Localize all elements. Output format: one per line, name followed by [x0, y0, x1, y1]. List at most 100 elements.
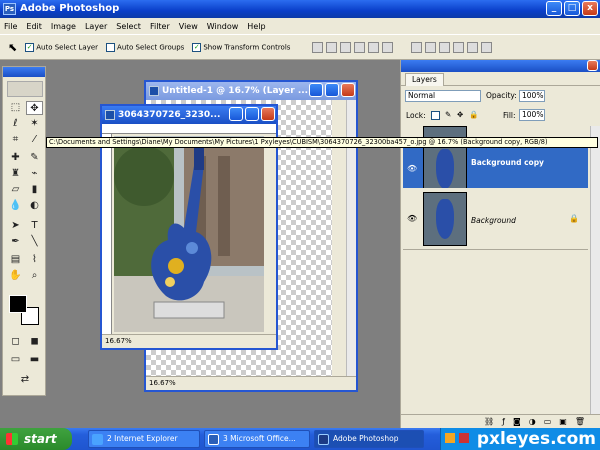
toolbox-header[interactable]	[3, 67, 45, 77]
gradient-tool-icon[interactable]: ▮	[26, 183, 43, 197]
blend-mode-select[interactable]: Normal	[405, 90, 481, 102]
adjustment-layer-icon[interactable]: ◑	[529, 417, 536, 426]
taskbar-item-photoshop[interactable]: Adobe Photoshop	[314, 430, 424, 448]
start-button[interactable]: start	[0, 428, 72, 450]
align-left-icon[interactable]	[354, 41, 366, 53]
doc-close-button[interactable]	[341, 83, 355, 97]
hand-tool-icon[interactable]: ✋	[7, 269, 24, 283]
workspace-canvas: Untitled-1 @ 16.7% (Layer ... 16.67% 306…	[48, 60, 400, 428]
doc-close-button[interactable]	[261, 107, 275, 121]
doc-maximize-button[interactable]	[325, 83, 339, 97]
lock-all-icon[interactable]: 🔒	[469, 110, 478, 119]
zoom-tool-icon[interactable]: ⌕	[26, 269, 43, 283]
screen-mode-standard-icon[interactable]: ▭	[7, 353, 24, 367]
document-title-bar[interactable]: Untitled-1 @ 16.7% (Layer ...	[146, 82, 356, 100]
distribute-left-icon[interactable]	[453, 41, 465, 53]
align-hcenter-icon[interactable]	[368, 41, 380, 53]
type-tool-icon[interactable]: T	[26, 219, 43, 233]
notes-tool-icon[interactable]: ▤	[7, 253, 24, 267]
new-layer-icon[interactable]: ▣	[559, 417, 567, 426]
layer-mask-icon[interactable]: ◙	[513, 417, 521, 426]
clone-stamp-icon[interactable]: ♜	[7, 167, 24, 181]
doc-minimize-button[interactable]	[229, 107, 243, 121]
eyedropper-icon[interactable]: ⌇	[26, 253, 43, 267]
healing-brush-icon[interactable]: ✚	[7, 151, 24, 165]
history-brush-icon[interactable]: ⌁	[26, 167, 43, 181]
delete-layer-icon[interactable]: 🗑	[575, 417, 585, 426]
guitar-photo[interactable]	[114, 136, 264, 332]
menu-window[interactable]: Window	[207, 22, 239, 31]
auto-select-layer-checkbox[interactable]: ✓ Auto Select Layer	[25, 42, 98, 52]
path-selection-icon[interactable]: ➤	[7, 219, 24, 233]
slice-tool-icon[interactable]: ⁄	[26, 133, 43, 147]
layers-scrollbar[interactable]	[590, 126, 600, 414]
line-tool-icon[interactable]: ╲	[26, 235, 43, 249]
screen-mode-full-icon[interactable]: ▬	[26, 353, 43, 367]
pen-tool-icon[interactable]: ✒	[7, 235, 24, 249]
eye-visibility-icon[interactable]: 👁	[407, 214, 417, 223]
taskbar-item-internet-explorer[interactable]: 2 Internet Explorer	[88, 430, 200, 448]
menu-view[interactable]: View	[179, 22, 198, 31]
tray-icon[interactable]	[445, 433, 455, 443]
foreground-color-swatch-top[interactable]	[9, 295, 27, 313]
magic-wand-icon[interactable]: ✶	[26, 117, 43, 131]
auto-select-groups-checkbox[interactable]: Auto Select Groups	[106, 42, 184, 52]
pxleyes-watermark: pxleyes.com	[476, 429, 596, 449]
document-title-bar[interactable]: 3064370726_3230...	[102, 106, 276, 124]
lock-transparency-icon[interactable]	[431, 111, 440, 120]
menu-file[interactable]: File	[4, 22, 17, 31]
distribute-bottom-icon[interactable]	[439, 41, 451, 53]
maximize-button[interactable]: □	[564, 1, 580, 16]
dodge-tool-icon[interactable]: ◐	[26, 199, 43, 213]
menu-edit[interactable]: Edit	[26, 22, 42, 31]
photoshop-app-icon: Ps	[3, 3, 16, 15]
tab-layers[interactable]: Layers	[405, 73, 444, 86]
menu-layer[interactable]: Layer	[85, 22, 107, 31]
zoom-level[interactable]: 16.67%	[149, 379, 176, 387]
marquee-tool-icon[interactable]: ⬚	[7, 101, 24, 115]
brush-tool-icon[interactable]: ✎	[26, 151, 43, 165]
crop-tool-icon[interactable]: ⌗	[7, 133, 24, 147]
distribute-hcenter-icon[interactable]	[467, 41, 479, 53]
eye-visibility-icon[interactable]: 👁	[407, 164, 417, 173]
distribute-vcenter-icon[interactable]	[425, 41, 437, 53]
doc-minimize-button[interactable]	[309, 83, 323, 97]
opacity-input[interactable]: 100%	[519, 90, 545, 102]
blur-tool-icon[interactable]: 💧	[7, 199, 24, 213]
zoom-level[interactable]: 16.67%	[105, 337, 132, 345]
tray-icon[interactable]	[459, 433, 469, 443]
distribute-top-icon[interactable]	[411, 41, 423, 53]
layer-row-background[interactable]: 👁 Background 🔒	[403, 188, 588, 250]
layer-name[interactable]: Background	[471, 216, 516, 225]
layer-name[interactable]: Background copy	[471, 158, 544, 167]
quick-mask-icon[interactable]: ◼	[26, 335, 43, 349]
show-transform-controls-checkbox[interactable]: ✓ Show Transform Controls	[192, 42, 290, 52]
new-group-icon[interactable]: ▭	[544, 417, 552, 426]
close-button[interactable]: x	[582, 1, 598, 16]
eraser-tool-icon[interactable]: ▱	[7, 183, 24, 197]
jump-to-imageready-icon[interactable]: ⇄	[7, 373, 43, 387]
layers-panel-header[interactable]	[401, 60, 600, 72]
link-layers-icon[interactable]: ⛓	[484, 417, 494, 426]
doc-maximize-button[interactable]	[245, 107, 259, 121]
menu-image[interactable]: Image	[51, 22, 76, 31]
distribute-right-icon[interactable]	[481, 41, 493, 53]
align-bottom-icon[interactable]	[340, 41, 352, 53]
align-vcenter-icon[interactable]	[326, 41, 338, 53]
panel-close-button[interactable]	[587, 60, 598, 71]
move-tool-icon[interactable]: ✥	[26, 101, 43, 115]
align-top-icon[interactable]	[312, 41, 324, 53]
menu-filter[interactable]: Filter	[150, 22, 170, 31]
lock-move-icon[interactable]: ✥	[457, 110, 463, 119]
move-tool-preset-icon[interactable]: ⬉	[8, 41, 17, 54]
fill-input[interactable]: 100%	[519, 109, 545, 121]
menu-select[interactable]: Select	[116, 22, 141, 31]
minimize-button[interactable]: _	[546, 1, 562, 16]
menu-help[interactable]: Help	[247, 22, 265, 31]
standard-mode-icon[interactable]: ◻	[7, 335, 24, 349]
align-right-icon[interactable]	[382, 41, 394, 53]
lock-brush-icon[interactable]: ✎	[445, 110, 451, 119]
lasso-tool-icon[interactable]: ℓ	[7, 117, 24, 131]
taskbar-item-microsoft-office[interactable]: 3 Microsoft Office...	[204, 430, 310, 448]
layer-style-icon[interactable]: ƒ	[502, 417, 505, 426]
